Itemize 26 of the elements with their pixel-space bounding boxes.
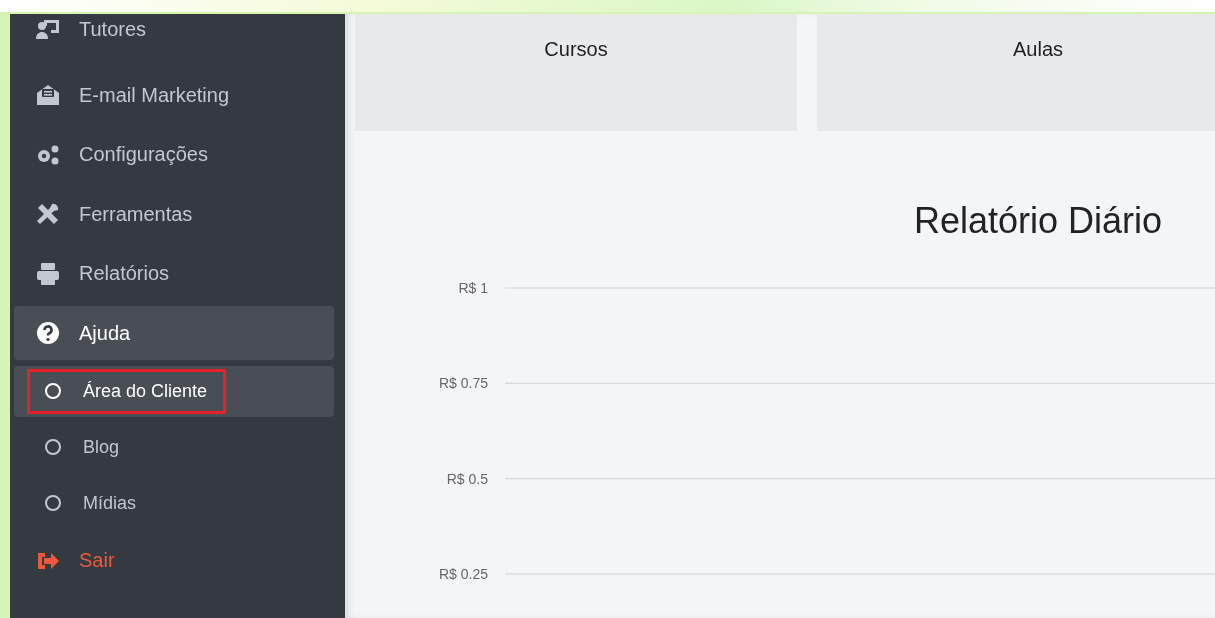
menu-item[interactable]: Relatórios [14, 246, 334, 301]
y-axis-label: R$ 0.25 [438, 565, 488, 582]
menu-item[interactable]: E-mail Marketing [14, 68, 334, 122]
help-icon [36, 321, 60, 345]
circle-icon [45, 439, 61, 455]
mail-icon [36, 83, 60, 107]
submenu-label: Área do Cliente [83, 380, 208, 402]
card-title: Aulas [1013, 38, 1063, 62]
submenu-item[interactable]: Área do Cliente [14, 365, 334, 417]
menu-item[interactable]: Ferramentas [14, 187, 334, 241]
card-title: Cursos [544, 38, 608, 62]
y-axis-label: R$ 1 [458, 280, 488, 296]
menu-item[interactable]: Ajuda [14, 306, 334, 360]
submenu-label: Blog [83, 436, 120, 458]
menu-item[interactable]: Tutores [14, 14, 334, 44]
chart-title: Relatório Diário [913, 200, 1163, 241]
tutor-icon [36, 17, 60, 41]
circle-icon [45, 383, 61, 399]
circle-icon [45, 495, 61, 511]
menu-item[interactable]: Configurações [14, 127, 334, 182]
submenu-item[interactable]: Blog [14, 421, 334, 473]
printer-icon [36, 261, 60, 286]
submenu-item[interactable]: Mídias [14, 477, 334, 529]
y-axis-label: R$ 0.75 [438, 375, 488, 392]
submenu-label: Mídias [83, 492, 136, 514]
y-axis-label: R$ 0.5 [446, 470, 488, 487]
